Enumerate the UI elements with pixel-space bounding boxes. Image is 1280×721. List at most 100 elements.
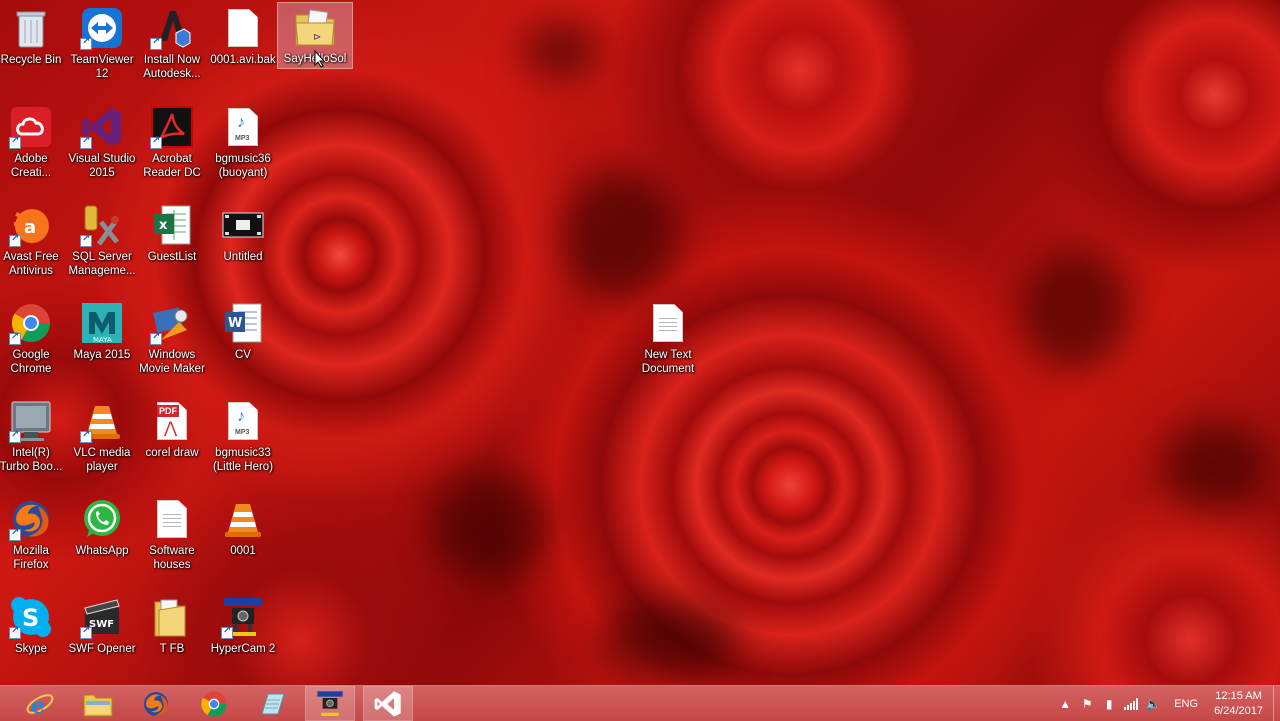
desktop-icon-label: Install Now Autodesk... <box>143 54 201 80</box>
power-battery-icon[interactable]: ▮ <box>1098 686 1120 721</box>
excel-file-icon: x <box>150 203 194 247</box>
desktop-icon-swf-opener[interactable]: SWF SWF Opener <box>65 593 139 656</box>
mouse-pointer-icon <box>314 49 326 73</box>
desktop-icon-guestlist[interactable]: x GuestList <box>135 201 209 264</box>
visual-studio-icon <box>374 690 401 717</box>
desktop-icon-visual-studio[interactable]: Visual Studio 2015 <box>65 103 139 180</box>
word-file-icon: W <box>221 301 265 345</box>
adobe-creative-cloud-icon <box>9 105 53 149</box>
input-language-indicator[interactable]: ENG <box>1164 698 1208 710</box>
desktop-icon-skype[interactable]: S Skype <box>0 593 68 656</box>
mp3-file-icon: ♪ MP3 <box>221 399 265 443</box>
desktop-icon-windows-movie-maker[interactable]: Windows Movie Maker <box>135 299 209 376</box>
desktop-icon-bgmusic36[interactable]: ♪ MP3 bgmusic36 (buoyant) <box>206 103 280 180</box>
clock-time: 12:15 AM <box>1215 689 1262 702</box>
vlc-file-icon <box>221 497 265 541</box>
desktop-icon-0001[interactable]: 0001 <box>206 495 280 558</box>
text-file-icon <box>646 301 690 345</box>
desktop-icon-vlc[interactable]: VLC media player <box>65 397 139 474</box>
shortcut-arrow-icon <box>150 36 162 50</box>
vlc-icon <box>80 399 124 443</box>
network-signal-icon[interactable] <box>1120 686 1142 721</box>
whatsapp-icon <box>80 497 124 541</box>
desktop-icon-label: Untitled <box>223 251 263 263</box>
clock-date: 6/24/2017 <box>1214 704 1263 717</box>
desktop-icon-label: Adobe Creati... <box>10 153 52 179</box>
shortcut-arrow-icon <box>80 36 92 50</box>
desktop-icon-intel-turbo-boost[interactable]: Intel(R) Turbo Boo... <box>0 397 68 474</box>
show-desktop-button[interactable] <box>1273 686 1280 721</box>
desktop-icon-label: Recycle Bin <box>0 54 62 66</box>
taskbar-notepad[interactable] <box>248 687 296 720</box>
blank-file-icon <box>221 6 265 50</box>
taskbar-chrome[interactable] <box>190 687 238 720</box>
shortcut-arrow-icon <box>9 233 21 247</box>
shortcut-arrow-icon <box>80 429 92 443</box>
shortcut-arrow-icon <box>80 625 92 639</box>
maya-icon: MAYA <box>80 301 124 345</box>
desktop-icon-label: Intel(R) Turbo Boo... <box>0 447 63 473</box>
desktop-icon-bgmusic33[interactable]: ♪ MP3 bgmusic33 (Little Hero) <box>206 397 280 474</box>
desktop-icon-acrobat-reader[interactable]: Acrobat Reader DC <box>135 103 209 180</box>
firefox-icon <box>9 497 53 541</box>
shortcut-arrow-icon <box>9 527 21 541</box>
svg-text:e: e <box>31 693 45 719</box>
svg-text:S: S <box>22 604 39 632</box>
file-explorer-icon <box>83 694 113 716</box>
svg-text:a: a <box>24 217 36 238</box>
desktop-icon-label: HyperCam 2 <box>210 643 276 655</box>
taskbar-internet-explorer[interactable]: e <box>16 687 64 720</box>
desktop-icon-label: CV <box>235 349 251 361</box>
svg-text:⊳: ⊳ <box>313 32 321 43</box>
svg-text:W: W <box>228 316 242 331</box>
desktop-icon-sql-server[interactable]: SQL Server Manageme... <box>65 201 139 278</box>
desktop-icon-adobe-creative-cloud[interactable]: Adobe Creati... <box>0 103 68 180</box>
internet-explorer-icon: e <box>26 693 54 719</box>
desktop-icon-0001-avi-bak[interactable]: 0001.avi.bak <box>206 4 280 67</box>
desktop-icon-cv[interactable]: W CV <box>206 299 280 362</box>
desktop-icon-recycle-bin[interactable]: Recycle Bin <box>0 4 68 67</box>
desktop-icon-software-houses[interactable]: Software houses <box>135 495 209 572</box>
desktop-icon-whatsapp[interactable]: WhatsApp <box>65 495 139 558</box>
taskbar-hypercam[interactable] <box>305 686 355 721</box>
desktop-icon-untitled[interactable]: Untitled <box>206 201 280 264</box>
desktop-icon-label: 0001 <box>230 545 256 557</box>
desktop-icon-new-text-document[interactable]: New Text Document <box>631 299 705 376</box>
taskbar-file-explorer[interactable] <box>74 687 122 720</box>
shortcut-arrow-icon <box>80 233 92 247</box>
clock[interactable]: 12:15 AM 6/24/2017 <box>1208 689 1273 719</box>
shortcut-arrow-icon <box>150 331 162 345</box>
svg-text:MAYA: MAYA <box>93 336 112 344</box>
taskbar-firefox[interactable] <box>132 687 180 720</box>
desktop-icon-label: Acrobat Reader DC <box>143 153 201 179</box>
recycle-bin-icon <box>9 6 53 50</box>
mp3-file-icon: ♪ MP3 <box>221 105 265 149</box>
volume-muted-icon[interactable]: 🔈 <box>1142 686 1164 721</box>
desktop-icon-label: Windows Movie Maker <box>139 349 205 375</box>
text-file-icon <box>150 497 194 541</box>
desktop-icon-label: New Text Document <box>641 349 695 375</box>
desktop-icon-autodesk-installer[interactable]: Install Now Autodesk... <box>135 4 209 81</box>
action-center-flag-icon[interactable]: ⚑ <box>1076 686 1098 721</box>
chrome-icon <box>201 690 227 717</box>
avast-icon: a <box>9 203 53 247</box>
shortcut-arrow-icon <box>9 625 21 639</box>
desktop-icon-mozilla-firefox[interactable]: Mozilla Firefox <box>0 495 68 572</box>
svg-text:x: x <box>159 218 168 233</box>
desktop-icon-t-fb-folder[interactable]: T FB <box>135 593 209 656</box>
desktop-icon-maya[interactable]: MAYA Maya 2015 <box>65 299 139 362</box>
taskbar-visual-studio[interactable] <box>363 686 413 721</box>
desktop-icon-label: SWF Opener <box>68 643 136 655</box>
shortcut-arrow-icon <box>80 135 92 149</box>
autodesk-installer-icon <box>150 6 194 50</box>
movie-maker-icon <box>150 301 194 345</box>
desktop-icon-corel-draw[interactable]: PDF ⋀ corel draw <box>135 397 209 460</box>
desktop-icon-hypercam[interactable]: HyperCam 2 <box>206 593 280 656</box>
desktop-icon-label: bgmusic33 (Little Hero) <box>212 447 274 473</box>
desktop-icon-label: GuestList <box>147 251 197 263</box>
taskbar: e ▲ ⚑ ▮ 🔈 ENG 12:15 AM 6/24/2017 <box>0 685 1280 721</box>
show-hidden-icons-icon[interactable]: ▲ <box>1054 686 1076 721</box>
desktop-icon-google-chrome[interactable]: Google Chrome <box>0 299 68 376</box>
desktop-icon-avast[interactable]: a Avast Free Antivirus <box>0 201 68 278</box>
desktop-icon-teamviewer[interactable]: TeamViewer 12 <box>65 4 139 81</box>
